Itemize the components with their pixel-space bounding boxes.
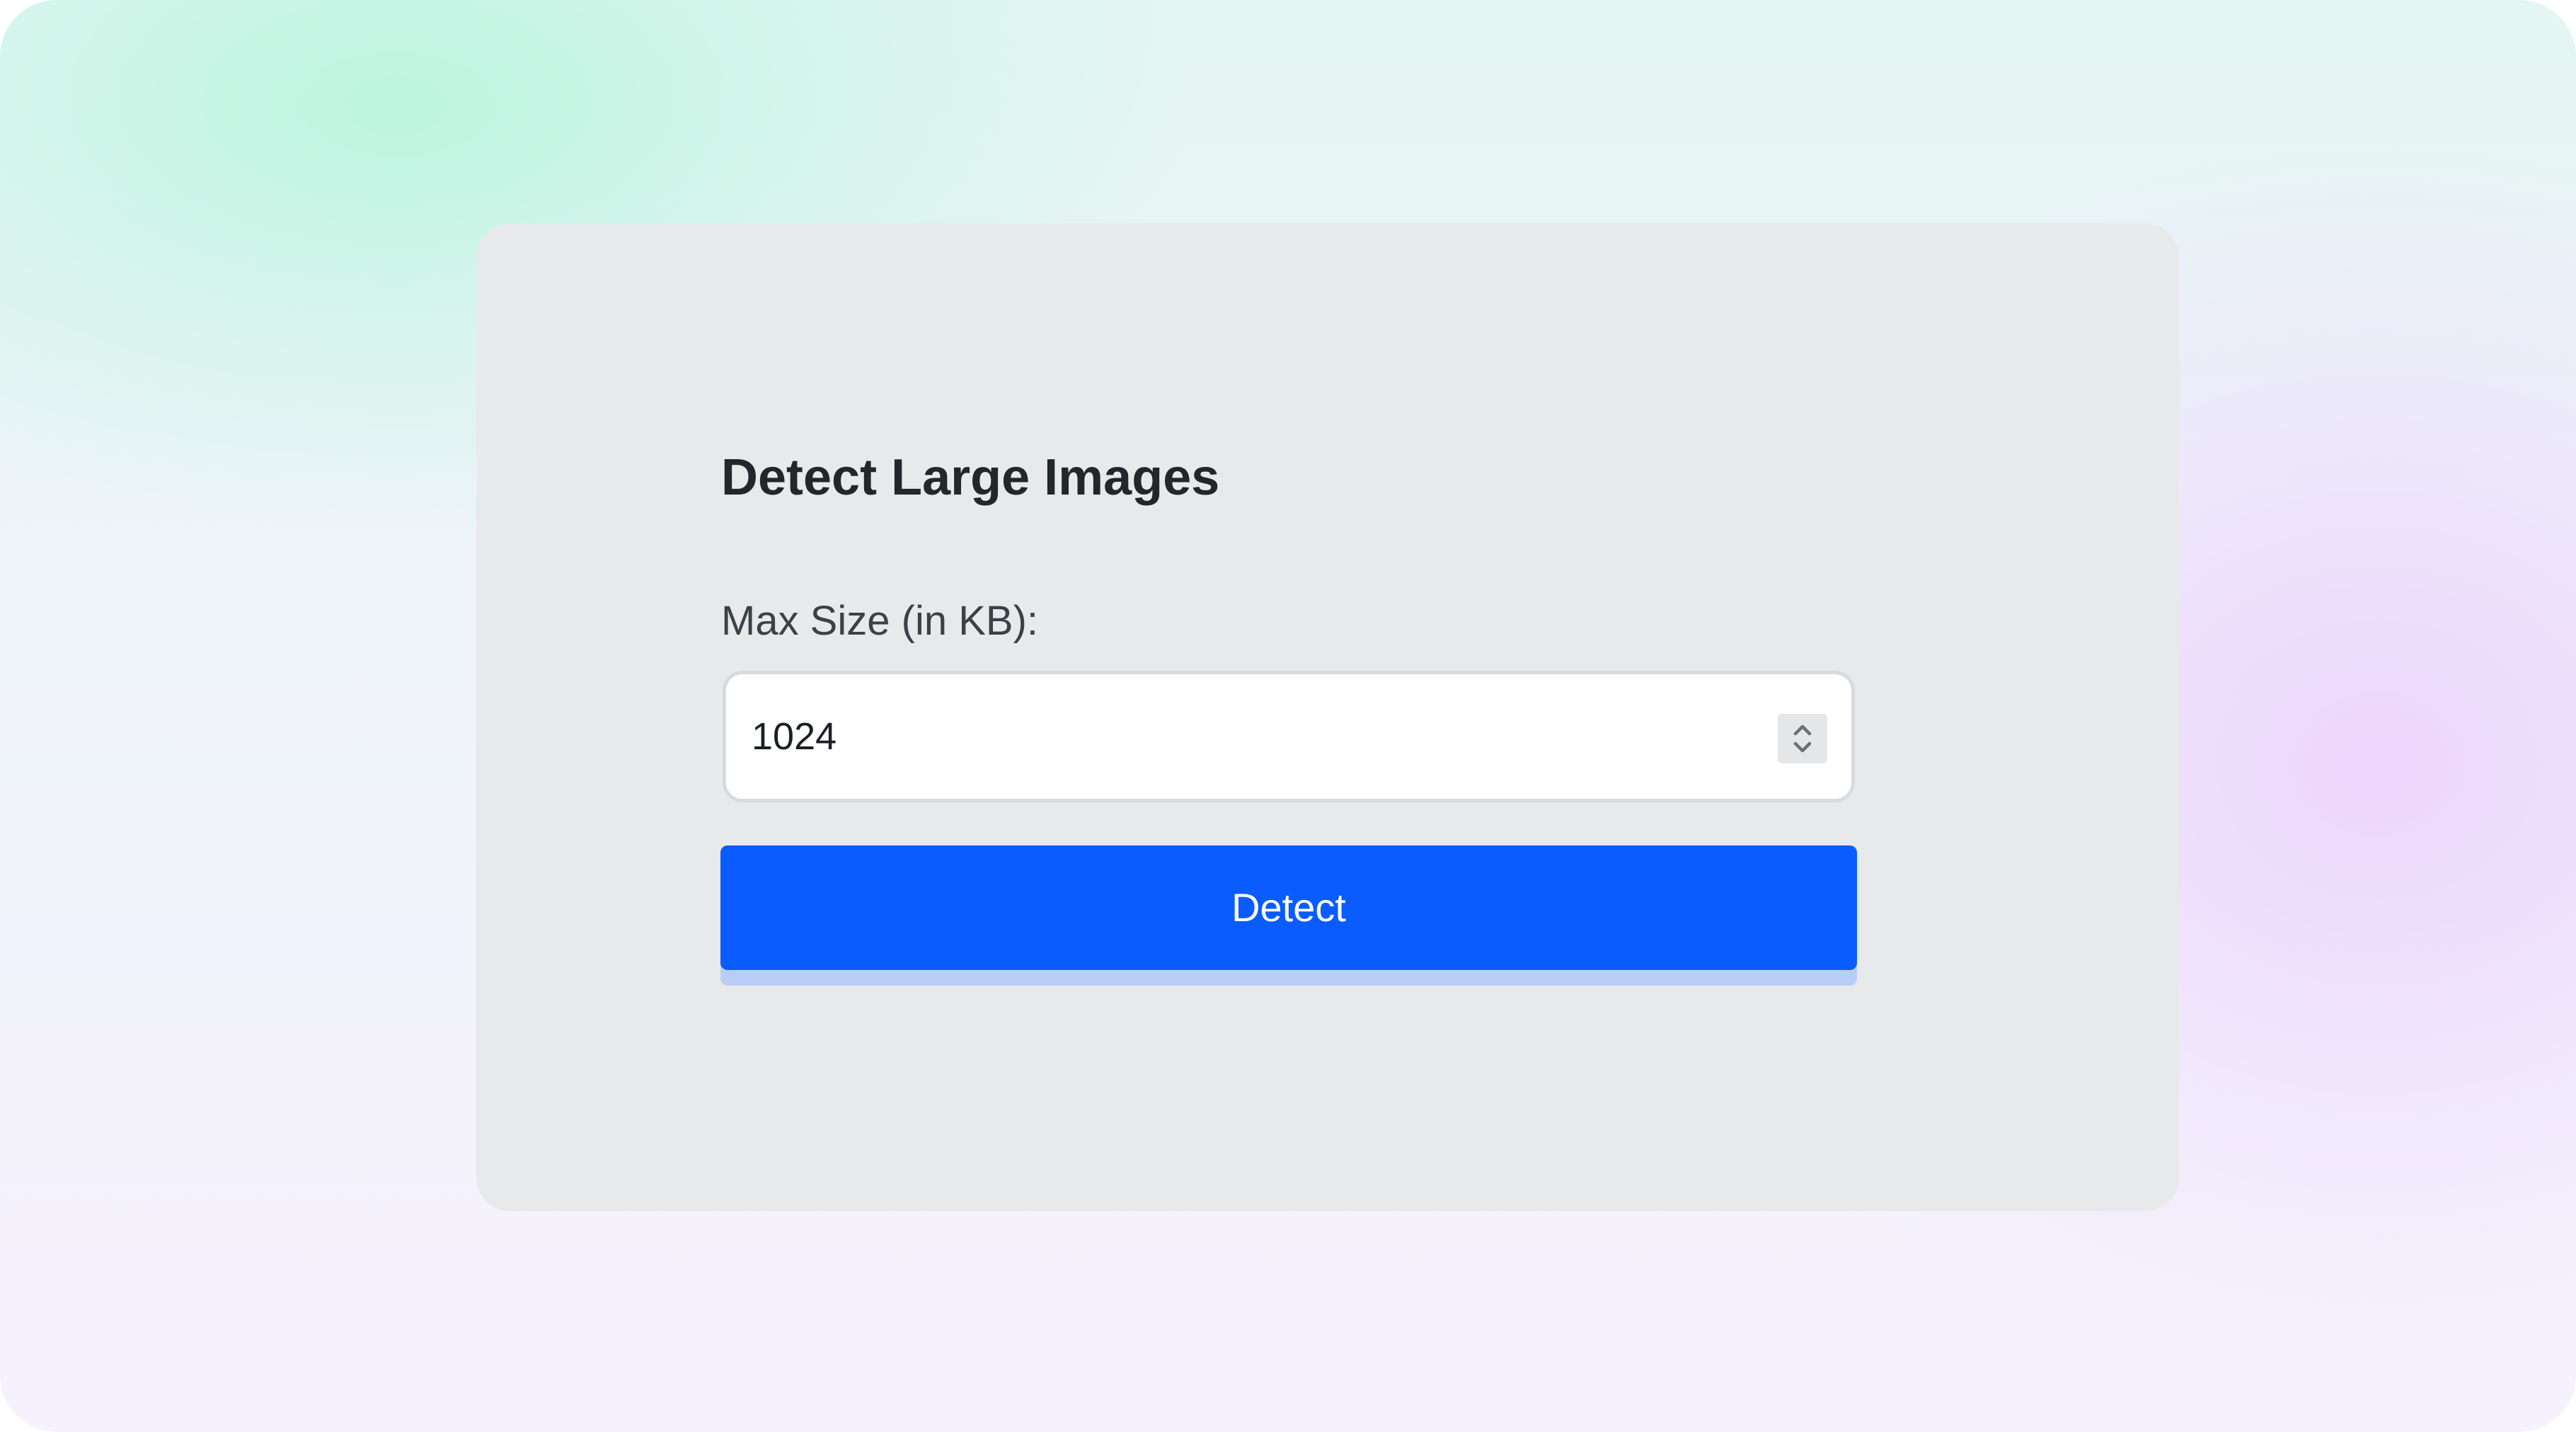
- max-size-field[interactable]: [723, 671, 1855, 802]
- page-title: Detect Large Images: [721, 449, 1220, 506]
- detect-button[interactable]: Detect: [720, 845, 1857, 970]
- page-background: Detect Large Images Max Size (in KB): De…: [0, 0, 2576, 1432]
- max-size-label: Max Size (in KB):: [721, 598, 1038, 644]
- max-size-input[interactable]: [752, 674, 1742, 799]
- number-stepper[interactable]: [1778, 714, 1827, 763]
- up-down-chevron-icon: [1793, 724, 1812, 753]
